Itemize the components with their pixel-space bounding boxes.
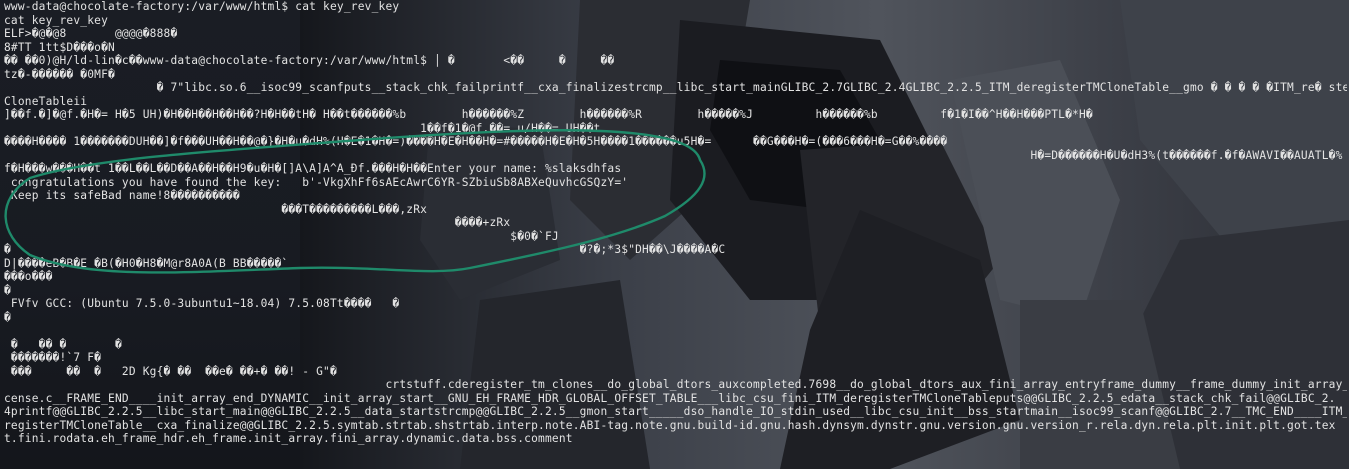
terminal-line: ]��f.�]�@f.�H�= H�5 UH)�H��H��H��H��?H�H… — [4, 108, 1093, 121]
terminal-line: ����H���� 1�������DUH��]�f���UH��H��@�}�… — [4, 135, 948, 148]
terminal-line: www-data@chocolate-factory:/var/www/html… — [4, 0, 400, 13]
terminal-line: t.fini.rodata.eh_frame_hdr.eh_frame.init… — [4, 432, 573, 445]
terminal-line: ����+zRx — [4, 216, 511, 229]
terminal-line: �������!`7 F� — [4, 351, 102, 364]
terminal-line: tz�-������ �0MF� — [4, 67, 115, 81]
terminal-line: ���T���������L���,zRx — [4, 202, 428, 216]
terminal-line: cat key_rev_key — [4, 13, 109, 27]
terminal-line: cense.c__FRAME_END____init_array_end_DYN… — [4, 391, 1336, 405]
terminal-line: 8#TT 1tt$D���o�N — [4, 40, 115, 54]
terminal-line: registerTMCloneTable__cxa_finalize@@GLIB… — [4, 418, 1336, 432]
terminal-line: $�0�`FJ — [4, 229, 559, 243]
terminal-line: �� ��0)@H/ld-lin�c��www-data@chocolate-f… — [4, 54, 615, 67]
terminal-line: H�=D������H�U�dH3%(t������f.�f�AWAVI��AU… — [4, 148, 1347, 162]
terminal-line: � �� � � — [4, 337, 122, 351]
terminal-output[interactable]: www-data@chocolate-factory:/var/www/html… — [4, 0, 1347, 469]
terminal-line: � — [4, 283, 11, 297]
terminal-line: ���o��� — [4, 270, 53, 283]
terminal-line: f�H���w���H��t 1��L��L��D��A��H��H9�u�H�… — [4, 162, 622, 175]
terminal-line: � — [4, 310, 11, 324]
terminal-line: ELF>�@�@8 @@@@�888� — [4, 27, 178, 40]
terminal-line: � 7"libc.so.6__isoc99_scanfputs__stack_c… — [4, 81, 1347, 94]
terminal-line: 1��f�1�@f.��= u/H��= UH��t — [4, 121, 601, 135]
terminal-line: CloneTableii — [4, 94, 88, 108]
terminal-line: FVfv GCC: (Ubuntu 7.5.0-3ubuntu1~18.04) … — [4, 297, 400, 310]
terminal-line: 4printf@@GLIBC_2.2.5__libc_start_main@@G… — [4, 405, 1347, 418]
terminal-line: Keep its safeBad name!8���������� — [4, 189, 240, 202]
terminal-line: � �?�;*3$"DH��\J����A�C — [4, 243, 726, 256]
terminal-line: ��� �� � 2D Kg{� �� ��e� ��+� ��! - G"� — [4, 364, 337, 378]
terminal-line: crtstuff.cderegister_tm_clones__do_globa… — [4, 378, 1347, 391]
terminal-line: congratulations you have found the key: … — [4, 175, 629, 189]
terminal-line: D|����eB�B�E �B(�H0�H8�M@r8A0A(B BB�����… — [4, 256, 289, 270]
